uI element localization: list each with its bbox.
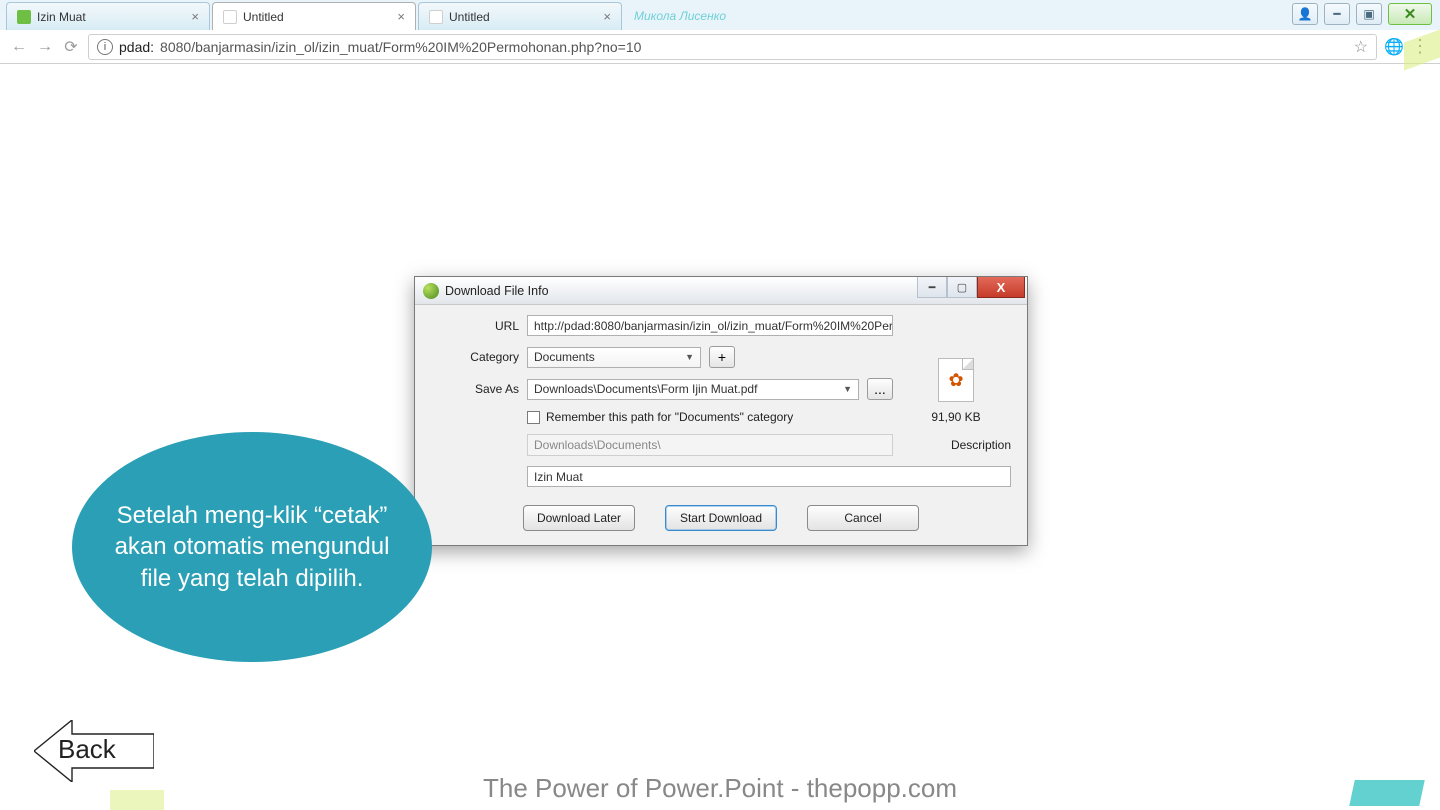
url-field[interactable]: http://pdad:8080/banjarmasin/izin_ol/izi… — [527, 315, 893, 336]
tab-favicon-icon — [429, 10, 443, 24]
description-label: Description — [901, 438, 1011, 452]
fullscreen-button[interactable]: ✕ — [1388, 3, 1432, 25]
back-icon[interactable]: ← — [10, 38, 28, 56]
dialog-close-button[interactable]: X — [977, 277, 1025, 298]
browse-button[interactable]: ... — [867, 378, 893, 400]
cancel-button[interactable]: Cancel — [807, 505, 919, 531]
window-controls: 👤 ━ ▣ ✕ — [1292, 3, 1432, 25]
tab-label: Untitled — [243, 10, 391, 24]
tab-label: Untitled — [449, 10, 597, 24]
file-size: 91,90 KB — [931, 410, 980, 424]
instruction-callout: Setelah meng-klik “cetak” akan otomatis … — [72, 432, 432, 662]
save-as-value: Downloads\Documents\Form Ijin Muat.pdf — [534, 382, 757, 396]
url-value: http://pdad:8080/banjarmasin/izin_ol/izi… — [534, 319, 893, 333]
dialog-title: Download File Info — [445, 284, 549, 298]
path-hint: Downloads\Documents\ — [527, 434, 893, 456]
save-as-label: Save As — [431, 382, 519, 396]
remember-label: Remember this path for "Documents" categ… — [546, 410, 793, 424]
file-preview: ✿ 91,90 KB — [901, 315, 1011, 424]
url-path: 8080/banjarmasin/izin_ol/izin_muat/Form%… — [160, 39, 641, 55]
chevron-down-icon: ▼ — [685, 352, 694, 362]
category-select[interactable]: Documents ▼ — [527, 347, 701, 368]
button-label: Start Download — [680, 511, 762, 525]
idm-logo-icon — [423, 283, 439, 299]
forward-icon[interactable]: → — [36, 38, 54, 56]
user-icon[interactable]: 👤 — [1292, 3, 1318, 25]
file-type-icon: ✿ — [938, 358, 974, 402]
url-label: URL — [431, 319, 519, 333]
add-category-button[interactable]: + — [709, 346, 735, 368]
maximize-button[interactable]: ▣ — [1356, 3, 1382, 25]
category-value: Documents — [534, 350, 595, 364]
start-download-button[interactable]: Start Download — [665, 505, 777, 531]
dialog-titlebar[interactable]: Download File Info ━ ▢ X — [415, 277, 1027, 305]
browser-tab-2[interactable]: Untitled × — [418, 2, 622, 30]
ellipsis-icon: ... — [874, 381, 886, 397]
back-label: Back — [58, 734, 116, 765]
tab-favicon-icon — [223, 10, 237, 24]
path-hint-value: Downloads\Documents\ — [534, 438, 661, 452]
plus-icon: + — [718, 349, 726, 365]
browser-tab-1[interactable]: Untitled × — [212, 2, 416, 30]
address-bar: ← → ⟳ i pdad: 8080/banjarmasin/izin_ol/i… — [0, 30, 1440, 64]
tab-close-icon[interactable]: × — [397, 10, 405, 23]
download-dialog: Download File Info ━ ▢ X URL http://pdad… — [414, 276, 1028, 546]
category-label: Category — [431, 350, 519, 364]
dialog-maximize-button[interactable]: ▢ — [947, 277, 977, 298]
description-field[interactable]: Izin Muat — [527, 466, 1011, 487]
save-as-field[interactable]: Downloads\Documents\Form Ijin Muat.pdf ▼ — [527, 379, 859, 400]
tab-label: Izin Muat — [37, 10, 185, 24]
tab-favicon-icon — [17, 10, 31, 24]
minimize-button[interactable]: ━ — [1324, 3, 1350, 25]
chevron-down-icon: ▼ — [843, 384, 852, 394]
url-host: pdad: — [119, 39, 154, 55]
button-label: Download Later — [537, 511, 621, 525]
browser-tab-0[interactable]: Izin Muat × — [6, 2, 210, 30]
site-info-icon[interactable]: i — [97, 39, 113, 55]
ghost-tab: Микола Лисенко — [624, 2, 804, 30]
url-input[interactable]: i pdad: 8080/banjarmasin/izin_ol/izin_mu… — [88, 34, 1377, 60]
reload-icon[interactable]: ⟳ — [62, 38, 80, 56]
description-value: Izin Muat — [534, 470, 583, 484]
ghost-tab-label: Микола Лисенко — [634, 9, 726, 23]
footer-credit: The Power of Power.Point - thepopp.com — [0, 773, 1440, 804]
tab-close-icon[interactable]: × — [191, 10, 199, 23]
callout-text: Setelah meng-klik “cetak” akan otomatis … — [112, 500, 392, 594]
bookmark-star-icon[interactable]: ☆ — [1354, 37, 1368, 57]
download-later-button[interactable]: Download Later — [523, 505, 635, 531]
button-label: Cancel — [844, 511, 881, 525]
remember-path-checkbox[interactable]: Remember this path for "Documents" categ… — [527, 410, 893, 424]
tab-close-icon[interactable]: × — [603, 10, 611, 23]
dialog-minimize-button[interactable]: ━ — [917, 277, 947, 298]
checkbox-icon — [527, 411, 540, 424]
tab-strip: Izin Muat × Untitled × Untitled × Микола… — [0, 0, 1440, 30]
extension-icon[interactable]: 🌐 — [1385, 38, 1403, 56]
